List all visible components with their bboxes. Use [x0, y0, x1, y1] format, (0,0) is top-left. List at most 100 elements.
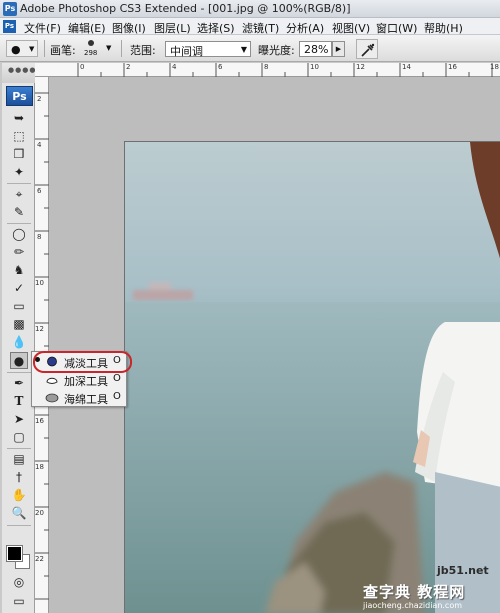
flyout-item-label: 海绵工具: [64, 393, 108, 406]
tool-preset-picker[interactable]: ● ▼: [6, 40, 38, 57]
ruler-label: 2: [37, 95, 42, 103]
zoom-tool-icon[interactable]: 🔍: [10, 505, 28, 522]
options-bar: ● ▼ 画笔: 298 ▼ 范围: 中间调 ▼ 曝光度: 28% ▶: [0, 35, 500, 62]
quick-mask-icon[interactable]: ◎: [10, 574, 28, 591]
toolbox: ●●●● Ps ➥ ⬚ ❒ ✦ ⌖ ✎ ◯ ✏ ♞ ✓ ▭ ▩ 💧 ● ✒ T …: [2, 63, 35, 613]
airbrush-toggle[interactable]: [356, 39, 378, 59]
ruler-label: 18: [490, 63, 499, 71]
notes-tool-icon[interactable]: ▤: [10, 451, 28, 468]
slice-tool-icon[interactable]: ✎: [10, 204, 28, 221]
watermark-url: jiaocheng.chazidian.com: [363, 601, 463, 610]
ruler-label: 8: [37, 233, 42, 241]
document-image[interactable]: [124, 141, 500, 613]
hand-tool-icon[interactable]: ✋: [10, 487, 28, 504]
range-select[interactable]: 中间调 ▼: [165, 41, 251, 58]
canvas-area[interactable]: [49, 77, 500, 613]
clone-stamp-tool-icon[interactable]: ♞: [10, 262, 28, 279]
divider: [7, 183, 31, 184]
ruler-vertical[interactable]: 2 4 6 8 10 12 14 16 18 20 22: [35, 77, 49, 613]
title-bar: Ps Adobe Photoshop CS3 Extended - [001.j…: [0, 0, 500, 18]
ruler-label: 20: [35, 509, 44, 517]
brush-tip-icon: [88, 40, 94, 46]
ruler-label: 10: [310, 63, 319, 71]
highlight-ring: [33, 351, 132, 373]
dodge-icon: ●: [11, 43, 21, 56]
ruler-label: 4: [172, 63, 177, 71]
menu-bar: Ps 文件(F) 编辑(E) 图像(I) 图层(L) 选择(S) 滤镜(T) 分…: [0, 18, 500, 35]
type-tool-icon[interactable]: T: [10, 393, 28, 410]
menu-logo[interactable]: Ps: [3, 20, 16, 33]
ruler-horizontal[interactable]: 0 2 4 6 8 10 12 14 16 18: [35, 63, 500, 77]
crop-tool-icon[interactable]: ⌖: [10, 186, 28, 203]
menu-select[interactable]: 选择(S): [197, 20, 235, 36]
foreground-color-swatch[interactable]: [6, 545, 23, 562]
chevron-down-icon[interactable]: ▼: [106, 44, 111, 52]
menu-layer[interactable]: 图层(L): [154, 20, 191, 36]
photoshop-app-icon: Ps: [3, 2, 17, 16]
menu-edit[interactable]: 编辑(E): [68, 20, 106, 36]
brush-size: 298: [84, 49, 98, 57]
divider: [7, 525, 31, 526]
chevron-down-icon: ▼: [240, 45, 247, 54]
magic-wand-tool-icon[interactable]: ✦: [10, 164, 28, 181]
menu-window[interactable]: 窗口(W): [376, 20, 417, 36]
exposure-slider-button[interactable]: ▶: [332, 41, 345, 57]
divider: [121, 40, 122, 57]
ruler-label: 16: [35, 417, 44, 425]
menu-view[interactable]: 视图(V): [332, 20, 370, 36]
ruler-label: 8: [264, 63, 269, 71]
ruler-ticks: [35, 92, 49, 600]
ruler-label: 10: [35, 279, 44, 287]
divider: [7, 223, 31, 224]
marquee-tool-icon[interactable]: ⬚: [10, 128, 28, 145]
blur-tool-icon[interactable]: 💧: [10, 334, 28, 351]
range-value: 中间调: [170, 45, 203, 58]
eraser-tool-icon[interactable]: ▭: [10, 298, 28, 315]
ruler-label: 22: [35, 555, 44, 563]
range-label: 范围:: [130, 44, 156, 57]
menu-image[interactable]: 图像(I): [112, 20, 146, 36]
ps-logo[interactable]: Ps: [6, 86, 33, 106]
divider: [7, 372, 31, 373]
gradient-tool-icon[interactable]: ▩: [10, 316, 28, 333]
sponge-icon: [45, 393, 59, 403]
exposure-input[interactable]: 28%: [299, 41, 332, 57]
ruler-label: 12: [356, 63, 365, 71]
menu-help[interactable]: 帮助(H): [424, 20, 463, 36]
flyout-item-sponge[interactable]: 海绵工具 O: [32, 389, 126, 406]
toolbox-grip[interactable]: ●●●●: [2, 63, 35, 83]
dodge-tool-icon[interactable]: ●: [10, 352, 28, 369]
flyout-item-shortcut: O: [113, 391, 121, 402]
history-brush-tool-icon[interactable]: ✓: [10, 280, 28, 297]
pen-tool-icon[interactable]: ✒: [10, 375, 28, 392]
flyout-item-burn[interactable]: 加深工具 O: [32, 371, 126, 388]
chevron-down-icon: ▼: [29, 45, 35, 53]
move-tool-icon[interactable]: ➥: [10, 110, 28, 127]
screen-mode-icon[interactable]: ▭: [10, 593, 28, 610]
path-selection-tool-icon[interactable]: ➤: [10, 411, 28, 428]
ruler-label: 6: [218, 63, 223, 71]
lasso-tool-icon[interactable]: ❒: [10, 146, 28, 163]
brush-label: 画笔:: [50, 44, 76, 57]
ruler-label: 0: [80, 63, 85, 71]
ruler-label: 18: [35, 463, 44, 471]
divider: [44, 40, 45, 57]
shape-tool-icon[interactable]: ▢: [10, 429, 28, 446]
flyout-item-label: 加深工具: [64, 375, 108, 388]
menu-file[interactable]: 文件(F): [24, 20, 61, 36]
brush-tool-icon[interactable]: ✏: [10, 244, 28, 261]
photo-content: [125, 142, 500, 613]
ruler-label: 6: [37, 187, 42, 195]
ruler-label: 14: [402, 63, 411, 71]
menu-filter[interactable]: 滤镜(T): [242, 20, 279, 36]
watermark-site: jb51.net: [437, 564, 489, 577]
eyedropper-tool-icon[interactable]: †: [10, 469, 28, 486]
brush-picker[interactable]: 298: [82, 38, 102, 58]
burn-icon: [46, 377, 58, 384]
ruler-label: 4: [37, 141, 42, 149]
flyout-item-shortcut: O: [113, 373, 121, 384]
menu-analysis[interactable]: 分析(A): [286, 20, 324, 36]
exposure-value: 28%: [304, 43, 329, 56]
exposure-label: 曝光度:: [258, 44, 295, 57]
healing-brush-tool-icon[interactable]: ◯: [10, 226, 28, 243]
